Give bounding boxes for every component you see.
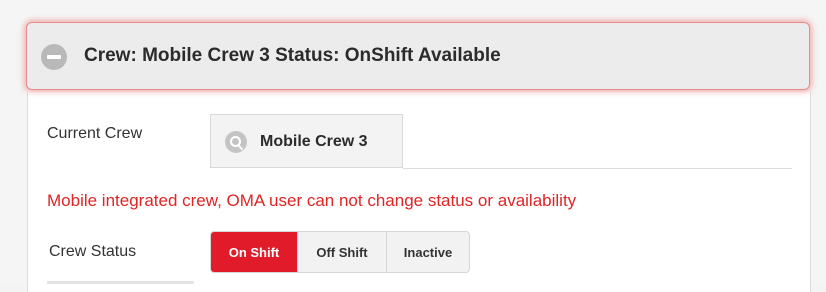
panel-title: Crew: Mobile Crew 3 Status: OnShift Avai… xyxy=(84,45,501,66)
crew-status-label: Crew Status xyxy=(49,243,137,260)
status-on-shift-button[interactable]: On Shift xyxy=(211,232,298,272)
divider xyxy=(403,168,792,169)
current-crew-selector[interactable]: Mobile Crew 3 xyxy=(210,114,403,168)
search-icon[interactable] xyxy=(225,131,247,153)
warning-message: Mobile integrated crew, OMA user can not… xyxy=(47,191,577,210)
current-crew-value: Mobile Crew 3 xyxy=(260,133,368,150)
status-inactive-button[interactable]: Inactive xyxy=(387,232,469,272)
crew-status-toggle-group: On Shift Off Shift Inactive xyxy=(210,231,470,273)
collapse-icon[interactable] xyxy=(41,44,67,70)
crew-status-page: Crew: Mobile Crew 3 Status: OnShift Avai… xyxy=(0,0,826,292)
crew-panel-header[interactable]: Crew: Mobile Crew 3 Status: OnShift Avai… xyxy=(26,22,810,90)
status-off-shift-button[interactable]: Off Shift xyxy=(298,232,387,272)
current-crew-label: Current Crew xyxy=(47,125,143,142)
